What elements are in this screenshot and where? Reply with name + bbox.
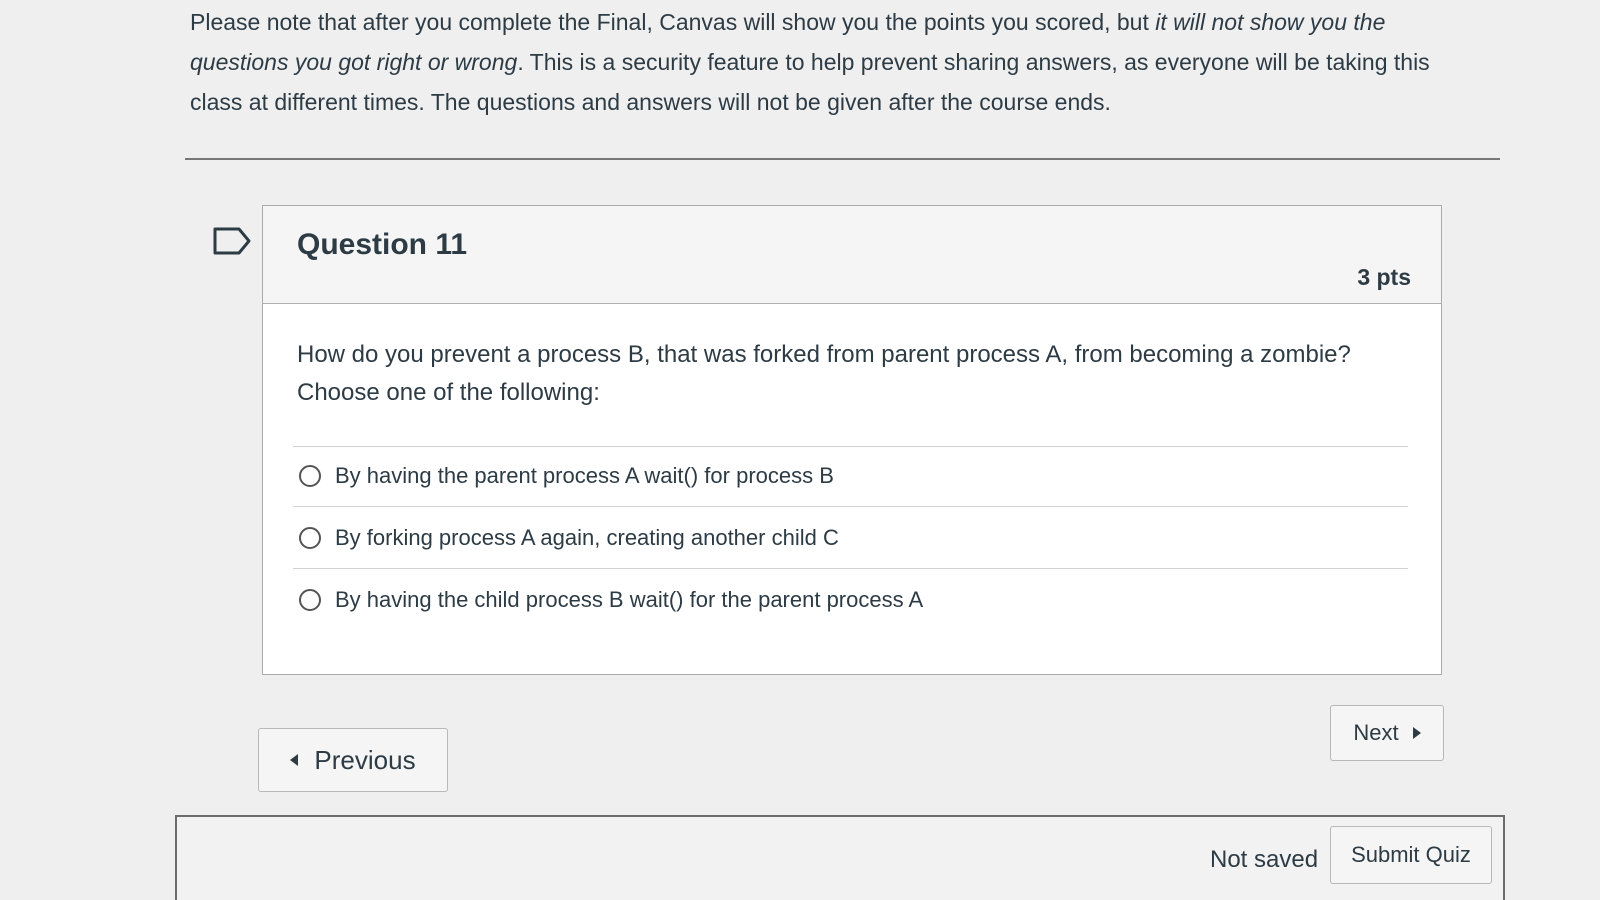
submit-label: Submit Quiz: [1351, 842, 1471, 867]
flag-icon[interactable]: [213, 227, 253, 255]
question-instruction: Choose one of the following:: [297, 379, 600, 406]
caret-right-icon: [1412, 727, 1421, 739]
question-title: Question 11: [297, 228, 468, 261]
answer-label: By having the child process B wait() for…: [335, 587, 924, 612]
answer-divider: [293, 506, 1408, 507]
answers-divider: [293, 446, 1408, 447]
notice-text-part1: Please note that after you complete the …: [190, 9, 1156, 35]
notice-divider: [185, 158, 1500, 160]
question-points: 3 pts: [1357, 264, 1411, 290]
quiz-page: Please note that after you complete the …: [0, 0, 1600, 900]
previous-label: Previous: [314, 744, 416, 775]
radio-button[interactable]: [299, 527, 321, 549]
question-text: How do you prevent a process B, that was…: [297, 336, 1397, 412]
answer-label: By forking process A again, creating ano…: [335, 525, 839, 550]
question-prompt: How do you prevent a process B, that was…: [297, 341, 1351, 368]
question-header: Question 11 3 pts: [263, 206, 1441, 304]
answer-label: By having the parent process A wait() fo…: [335, 463, 834, 488]
previous-button[interactable]: Previous: [258, 728, 448, 792]
final-exam-notice: Please note that after you complete the …: [190, 2, 1470, 122]
answer-option-3[interactable]: By having the child process B wait() for…: [299, 580, 1399, 620]
radio-button[interactable]: [299, 465, 321, 487]
answer-divider: [293, 568, 1408, 569]
answer-option-2[interactable]: By forking process A again, creating ano…: [299, 518, 1399, 558]
radio-button[interactable]: [299, 589, 321, 611]
question-card: Question 11 3 pts How do you prevent a p…: [262, 205, 1442, 675]
save-status: Not saved: [1210, 846, 1319, 873]
next-label: Next: [1353, 720, 1399, 745]
caret-left-icon: [290, 754, 299, 766]
submit-quiz-button[interactable]: Submit Quiz: [1330, 826, 1492, 884]
answer-option-1[interactable]: By having the parent process A wait() fo…: [299, 456, 1399, 496]
next-button[interactable]: Next: [1330, 705, 1444, 761]
